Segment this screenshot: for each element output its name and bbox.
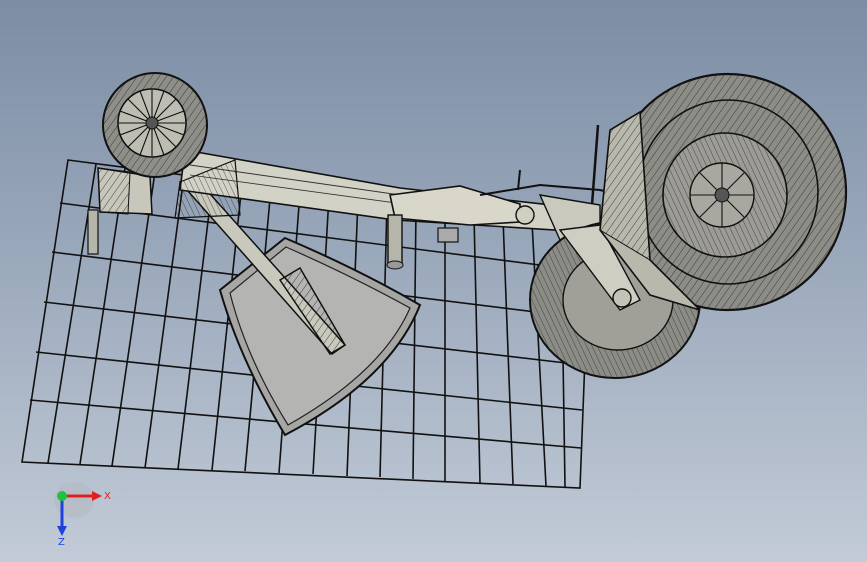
model-viewport[interactable]: [0, 0, 867, 562]
x-axis-label: X: [104, 491, 111, 502]
xyz-triad-icon: X Z: [40, 478, 120, 548]
rear-bracket[interactable]: [87, 167, 153, 255]
front-wheel-upper[interactable]: [599, 72, 848, 312]
rear-wheel[interactable]: [102, 72, 208, 178]
z-axis-arrowhead-icon: [57, 526, 67, 536]
triad-origin-icon: [57, 491, 67, 501]
z-axis-label: Z: [58, 537, 65, 548]
x-axis-arrowhead-icon: [92, 491, 102, 501]
